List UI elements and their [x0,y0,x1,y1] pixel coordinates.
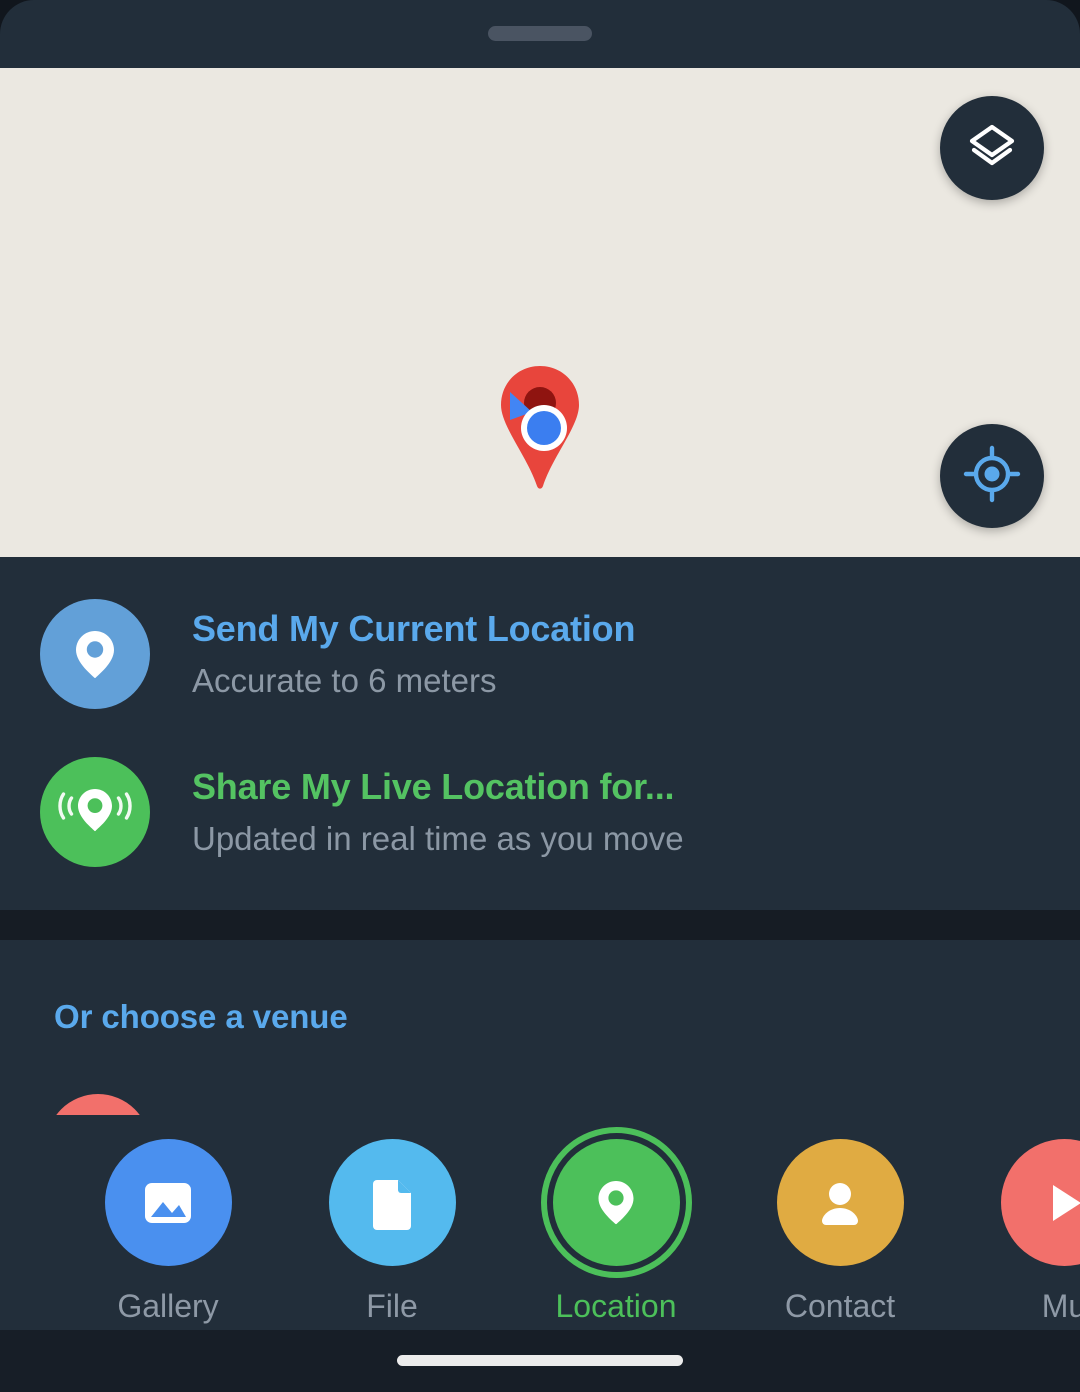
phone-screen: Send My Current Location Accurate to 6 m… [0,0,1080,1392]
venue-section: Or choose a venue Musée Yves Saint Laure… [0,940,1080,1115]
attachment-item-gallery[interactable]: Gallery [56,1115,280,1325]
venue-list-item[interactable]: Musée Yves Saint Laurent [0,1076,1080,1115]
option-subtitle: Updated in real time as you move [192,820,684,858]
system-navigation-bar [0,1330,1080,1392]
attachment-item-file[interactable]: File [280,1115,504,1325]
map-pin-icon [540,1127,692,1278]
selection-ring [540,1127,692,1278]
attachment-label: File [366,1288,418,1324]
option-title: Send My Current Location [192,607,636,649]
map-pin-icon [40,599,150,709]
attachment-label: Contact [784,1288,896,1324]
live-location-broadcast-icon [40,757,150,867]
home-indicator[interactable] [397,1355,683,1366]
venue-section-header: Or choose a venue [54,998,348,1035]
attachment-item-music[interactable]: Mu [952,1115,1080,1325]
play-icon [1000,1139,1080,1266]
bottom-sheet-header [0,0,1080,68]
option-title: Share My Live Location for... [192,765,675,807]
option-text-block: Send My Current Location Accurate to 6 m… [192,608,635,700]
map-view[interactable] [0,68,1080,557]
attachment-label: Gallery [117,1288,219,1324]
location-options-panel: Send My Current Location Accurate to 6 m… [0,557,1080,910]
option-subtitle: Accurate to 6 meters [192,662,497,700]
section-divider [0,910,1080,940]
document-icon [328,1139,456,1266]
option-send-current-location[interactable]: Send My Current Location Accurate to 6 m… [0,574,1080,734]
venue-avatar [46,1094,150,1115]
person-icon [776,1139,904,1266]
attachment-type-bar: Gallery File Location Contact Mu [0,1115,1080,1330]
map-layers-button[interactable] [940,96,1044,200]
attachment-label: Mu [1041,1288,1080,1324]
user-location-dot [502,390,578,457]
layers-icon [965,119,1019,178]
map-locate-button[interactable] [940,424,1044,528]
sheet-drag-handle[interactable] [488,26,592,41]
attachment-label: Location [555,1288,677,1324]
image-icon [104,1139,232,1266]
option-share-live-location[interactable]: Share My Live Location for... Updated in… [0,732,1080,892]
attachment-track[interactable]: Gallery File Location Contact Mu [0,1115,1080,1330]
attachment-item-contact[interactable]: Contact [728,1115,952,1325]
option-text-block: Share My Live Location for... Updated in… [192,766,684,858]
crosshair-locate-icon [963,445,1021,508]
attachment-item-location[interactable]: Location [504,1115,728,1325]
